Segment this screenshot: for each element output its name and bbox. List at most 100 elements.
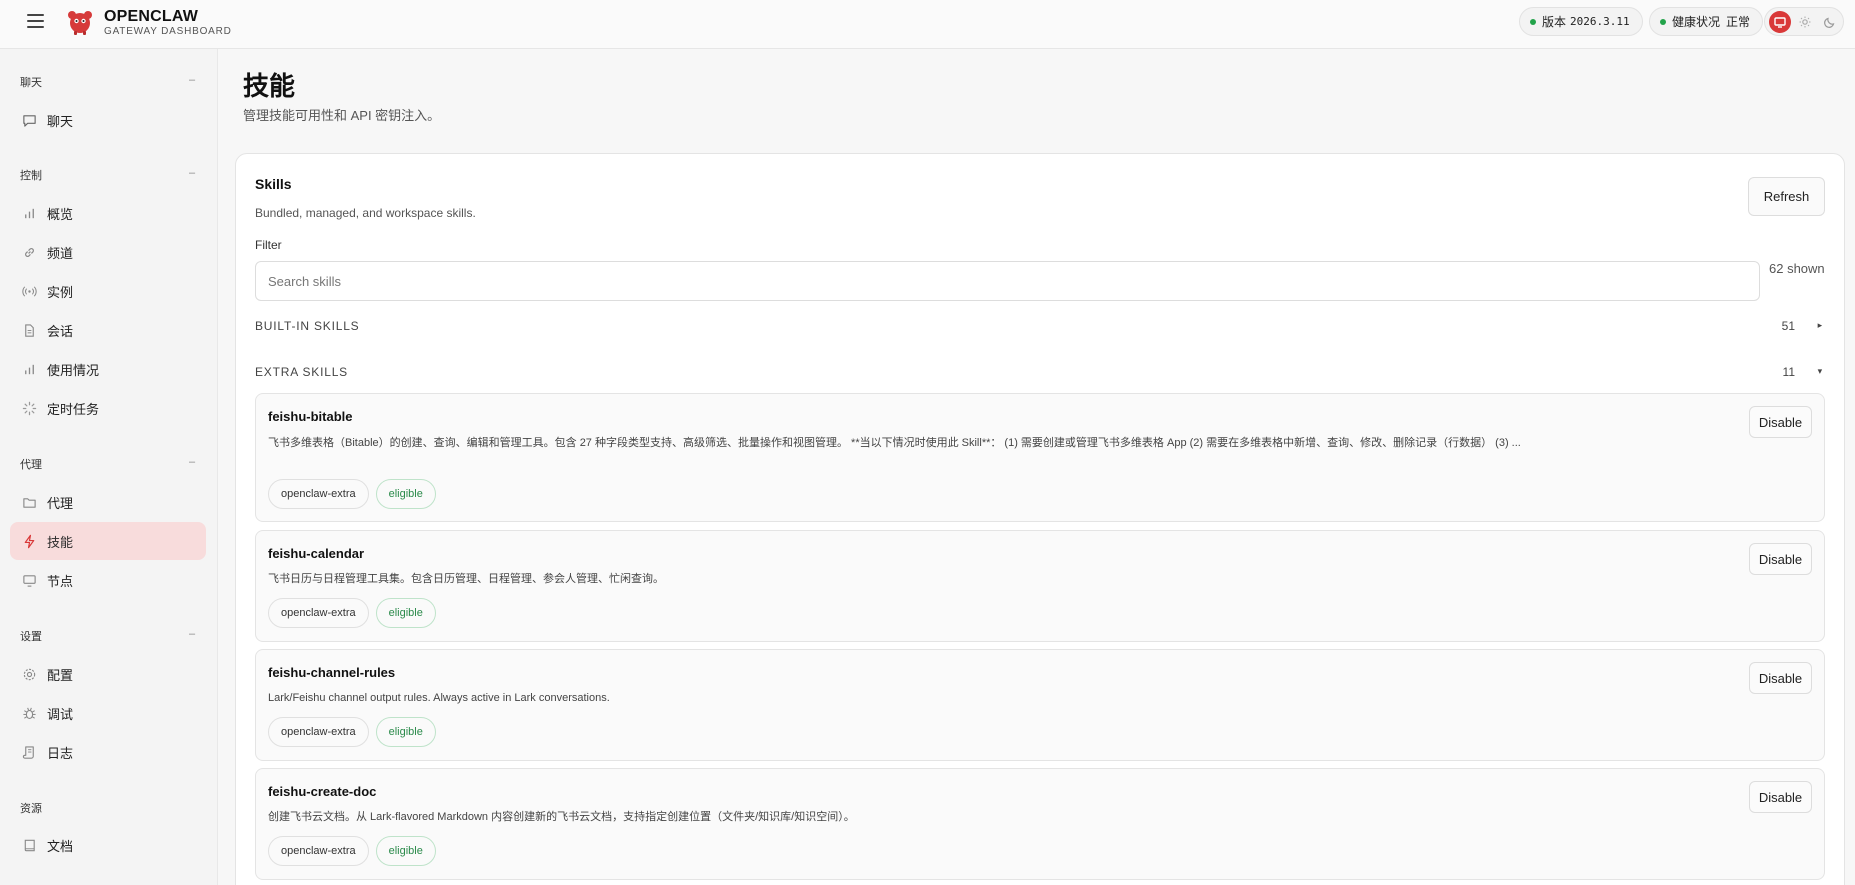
sidebar-item-instances[interactable]: 实例 <box>10 272 206 310</box>
sidebar-item-label: 定时任务 <box>47 401 100 417</box>
disable-button[interactable]: Disable <box>1749 543 1812 575</box>
skill-name: feishu-bitable <box>268 409 353 424</box>
skill-description: Lark/Feishu channel output rules. Always… <box>268 692 610 704</box>
skill-tags: openclaw-extra eligible <box>268 717 436 747</box>
refresh-button[interactable]: Refresh <box>1748 177 1825 216</box>
sidebar-item-label: 实例 <box>47 284 74 300</box>
source-badge: openclaw-extra <box>268 717 369 747</box>
collapse-icon[interactable]: – <box>189 74 195 86</box>
collapse-icon[interactable]: – <box>189 456 195 468</box>
page-subtitle: 管理技能可用性和 API 密钥注入。 <box>243 108 441 123</box>
sidebar-item-chat[interactable]: 聊天 <box>10 101 206 139</box>
sidebar-item-label: 使用情况 <box>47 362 100 378</box>
sidebar-item-overview[interactable]: 概览 <box>10 194 206 232</box>
theme-switcher <box>1764 7 1844 36</box>
sidebar-item-label: 文档 <box>47 838 74 854</box>
skill-name: feishu-create-doc <box>268 784 377 799</box>
source-badge: openclaw-extra <box>268 836 369 866</box>
version-badge: 版本 2026.3.11 <box>1519 7 1643 36</box>
sidebar-item-label: 日志 <box>47 745 74 761</box>
status-badge: eligible <box>375 717 436 747</box>
chat-icon <box>21 112 37 128</box>
sidebar-item-skills[interactable]: 技能 <box>10 522 206 560</box>
sidebar-section-control: 控制 <box>20 170 42 182</box>
skill-name: feishu-channel-rules <box>268 665 396 680</box>
group-label: EXTRA SKILLS <box>255 365 348 379</box>
caret-right-icon: ▸ <box>1817 320 1823 330</box>
page-title: 技能 <box>243 71 296 101</box>
link-icon <box>21 244 37 260</box>
sidebar-item-debug[interactable]: 调试 <box>10 694 206 732</box>
card-title: Skills <box>255 176 292 192</box>
monitor-icon <box>21 572 37 588</box>
sidebar-item-label: 节点 <box>47 573 74 589</box>
source-badge: openclaw-extra <box>268 598 369 628</box>
bar-chart-icon <box>21 205 37 221</box>
sidebar-item-channels[interactable]: 频道 <box>10 233 206 271</box>
group-label: BUILT-IN SKILLS <box>255 319 360 333</box>
health-badge: 健康状况 正常 <box>1649 7 1764 36</box>
openclaw-logo <box>68 11 92 35</box>
status-dot-icon <box>1660 18 1666 25</box>
sidebar-item-label: 调试 <box>47 706 74 722</box>
sidebar-item-nodes[interactable]: 节点 <box>10 561 206 599</box>
sidebar-item-label: 配置 <box>47 667 74 683</box>
loader-icon <box>21 400 37 416</box>
status-badge: eligible <box>375 598 436 628</box>
book-icon <box>21 837 37 853</box>
bar-chart-icon <box>21 361 37 377</box>
sidebar-item-agents[interactable]: 代理 <box>10 483 206 521</box>
sidebar-item-label: 技能 <box>47 534 74 550</box>
radio-icon <box>21 283 37 299</box>
brand-title: OPENCLAW <box>104 8 199 25</box>
search-input[interactable] <box>255 261 1760 301</box>
sidebar-section-settings: 设置 <box>20 631 42 643</box>
filter-label: Filter <box>255 238 282 252</box>
gear-icon <box>21 666 37 682</box>
skill-tags: openclaw-extra eligible <box>268 598 436 628</box>
group-count: 51 <box>1781 319 1795 333</box>
skill-card: feishu-channel-rules Lark/Feishu channel… <box>255 649 1825 761</box>
status-badge: eligible <box>375 479 436 509</box>
folder-icon <box>21 494 37 510</box>
top-bar: OPENCLAW GATEWAY DASHBOARD 版本 2026.3.11 … <box>0 0 1855 49</box>
skill-card: feishu-create-doc 创建飞书云文档。从 Lark-flavore… <box>255 768 1825 880</box>
health-label: 健康状况 <box>1672 15 1721 29</box>
collapse-icon[interactable]: – <box>189 628 195 640</box>
collapse-icon[interactable]: – <box>189 167 195 179</box>
shown-count: 62 shown <box>1769 261 1825 276</box>
card-subtitle: Bundled, managed, and workspace skills. <box>255 206 476 220</box>
sidebar-section-agents: 代理 <box>20 459 42 471</box>
sidebar-item-sessions[interactable]: 会话 <box>10 311 206 349</box>
sidebar-item-docs[interactable]: 文档 <box>10 826 206 864</box>
sidebar-item-label: 概览 <box>47 206 74 222</box>
group-built-in[interactable]: BUILT-IN SKILLS 51 ▸ <box>255 319 1825 339</box>
sidebar-item-label: 代理 <box>47 495 74 511</box>
brand-subtitle: GATEWAY DASHBOARD <box>104 26 232 37</box>
sidebar-item-logs[interactable]: 日志 <box>10 733 206 771</box>
skill-description: 飞书多维表格（Bitable）的创建、查询、编辑和管理工具。包含 27 种字段类… <box>268 437 1521 449</box>
skill-tags: openclaw-extra eligible <box>268 836 436 866</box>
sidebar-section-chat: 聊天 <box>20 77 42 89</box>
sidebar-item-usage[interactable]: 使用情况 <box>10 350 206 388</box>
version-label: 版本 <box>1542 15 1567 29</box>
group-extra[interactable]: EXTRA SKILLS 11 ▾ <box>255 365 1825 385</box>
skill-tags: openclaw-extra eligible <box>268 479 436 509</box>
disable-button[interactable]: Disable <box>1749 781 1812 813</box>
sidebar-item-config[interactable]: 配置 <box>10 655 206 693</box>
sidebar-item-label: 聊天 <box>47 113 74 129</box>
menu-icon[interactable] <box>27 14 44 28</box>
bug-icon <box>21 705 37 721</box>
lightning-icon <box>21 533 37 549</box>
caret-down-icon: ▾ <box>1817 366 1823 376</box>
sidebar-item-cron[interactable]: 定时任务 <box>10 389 206 427</box>
sun-icon[interactable] <box>1794 11 1816 33</box>
disable-button[interactable]: Disable <box>1749 662 1812 694</box>
version-value: 2026.3.11 <box>1570 15 1630 28</box>
monitor-icon[interactable] <box>1769 11 1791 33</box>
health-value: 正常 <box>1726 15 1751 29</box>
moon-icon[interactable] <box>1819 11 1841 33</box>
status-dot-icon <box>1530 18 1536 25</box>
skill-card: feishu-bitable 飞书多维表格（Bitable）的创建、查询、编辑和… <box>255 393 1825 522</box>
disable-button[interactable]: Disable <box>1749 406 1812 438</box>
